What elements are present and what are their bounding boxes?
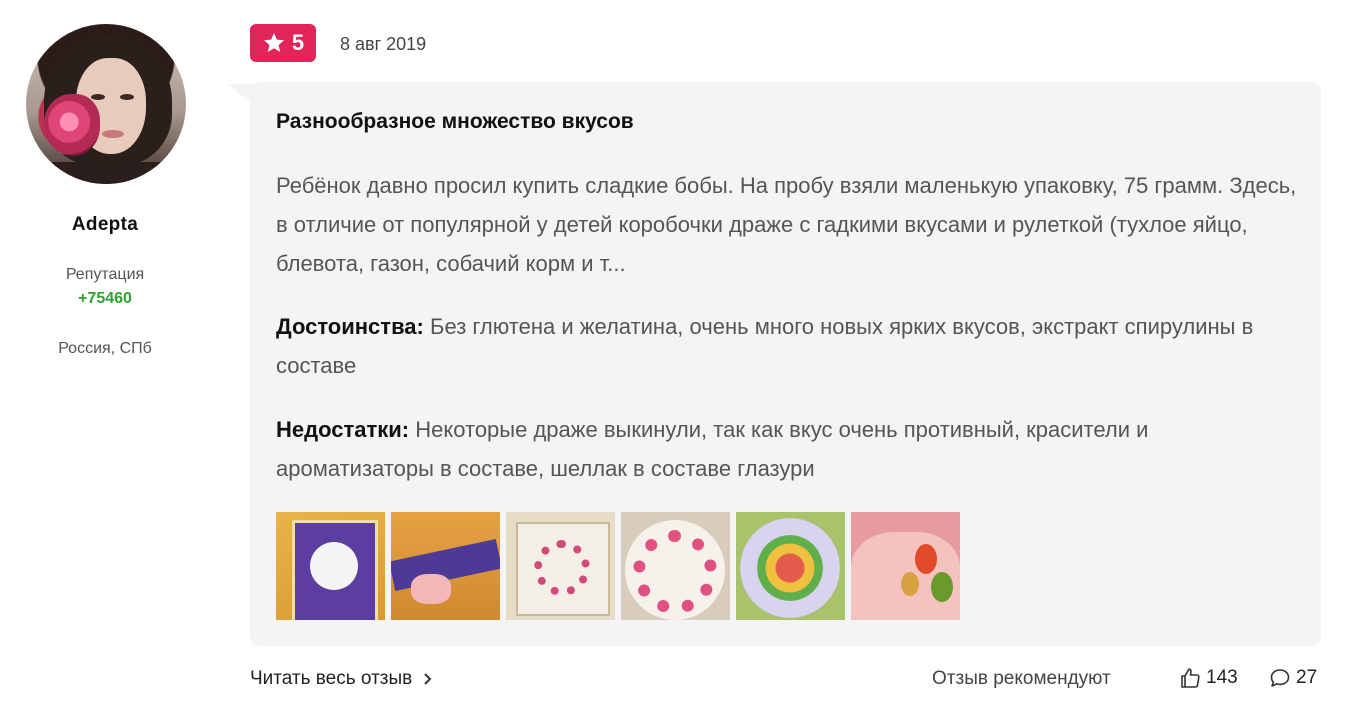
review-images (276, 512, 960, 620)
review-text: Ребёнок давно просил купить сладкие бобы… (276, 173, 1297, 276)
image-thumbnail[interactable] (506, 512, 615, 620)
comments-button[interactable]: 27 (1268, 666, 1317, 690)
card-notch (228, 84, 252, 104)
like-button[interactable]: 143 (1178, 666, 1238, 690)
chevron-right-icon (424, 673, 432, 685)
reputation-value: +75460 (78, 290, 132, 307)
image-thumbnail[interactable] (276, 512, 385, 620)
review-date: 8 авг 2019 (340, 34, 427, 54)
pros-label: Достоинства: (276, 314, 424, 339)
cons-label: Недостатки: (276, 417, 410, 442)
rating-badge: 5 (250, 24, 316, 62)
image-thumbnail[interactable] (736, 512, 845, 620)
review-pros: Достоинства: Без глютена и желатина, оче… (276, 307, 1306, 385)
image-thumbnail[interactable] (851, 512, 960, 620)
likes-count: 143 (1206, 667, 1238, 688)
comment-icon (1270, 669, 1290, 687)
comments-count: 27 (1296, 667, 1318, 688)
username[interactable]: Adepta (0, 214, 210, 236)
avatar[interactable] (26, 24, 186, 184)
review-cons: Недостатки: Некоторые драже выкинули, та… (276, 410, 1306, 488)
read-more-link[interactable]: Читать весь отзыв (250, 668, 436, 690)
star-icon (263, 33, 284, 52)
read-more-label: Читать весь отзыв (250, 668, 413, 689)
rating-value: 5 (291, 30, 305, 55)
recommend-label: Отзыв рекомендуют (932, 668, 1111, 689)
user-location: Россия, СПб (58, 340, 152, 357)
thumbs-up-icon (1181, 668, 1200, 688)
image-thumbnail[interactable] (391, 512, 500, 620)
image-thumbnail[interactable] (621, 512, 730, 620)
review-title[interactable]: Разнообразное множество вкусов (276, 110, 634, 134)
reputation-label: Репутация (65, 266, 145, 283)
